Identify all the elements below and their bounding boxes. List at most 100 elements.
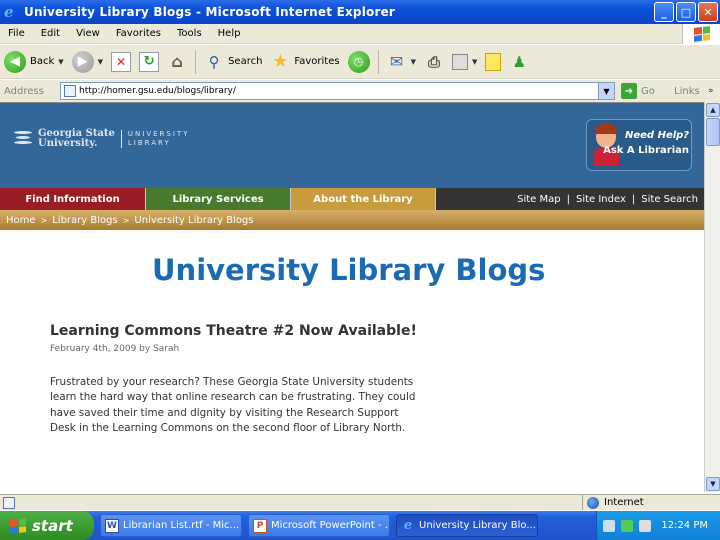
messenger-icon: ♟ (512, 52, 527, 71)
go-arrow-icon: ➜ (621, 83, 637, 99)
breadcrumb-home[interactable]: Home (6, 215, 36, 226)
nav-library-services[interactable]: Library Services (146, 188, 291, 210)
clock[interactable]: 12:24 PM (661, 520, 708, 531)
scroll-up-icon[interactable]: ▲ (706, 103, 720, 117)
main-nav: Find Information Library Services About … (0, 188, 704, 210)
globe-icon (587, 496, 599, 509)
maximize-button[interactable]: □ (676, 2, 696, 22)
history-button[interactable]: ◷ (344, 47, 374, 77)
favorites-label: Favorites (294, 56, 340, 67)
edit-dropdown-icon[interactable]: ▼ (472, 58, 477, 66)
page-icon (64, 85, 76, 97)
volume-icon[interactable] (639, 519, 651, 532)
link-divider: | (566, 193, 570, 205)
post-body: Frustrated by your research? These Georg… (50, 375, 458, 436)
site-header: Georgia State University. UNIVERSITY LIB… (0, 103, 704, 188)
search-button[interactable]: ⚲ Search (200, 47, 266, 77)
mail-dropdown-icon[interactable]: ▼ (411, 58, 416, 66)
mail-button[interactable]: ✉ ▼ (383, 47, 420, 77)
internet-explorer-icon: e (403, 518, 413, 533)
page-status-icon (3, 496, 15, 509)
forward-button[interactable]: ▶ ▼ (68, 47, 107, 77)
link-divider: | (631, 193, 636, 205)
task-label: Librarian List.rtf - Mic... (123, 520, 240, 531)
breadcrumb-current: University Library Blogs (134, 214, 254, 226)
post-title[interactable]: Learning Commons Theatre #2 Now Availabl… (50, 323, 417, 339)
window-controls: _ □ ✕ (654, 2, 718, 22)
standard-toolbar: ◀ Back ▼ ▶ ▼ ✕ ↻ ⌂ ⚲ Search ★ Favorites … (0, 45, 720, 79)
stop-button[interactable]: ✕ (107, 47, 135, 77)
minimize-button[interactable]: _ (654, 2, 674, 22)
gsu-seal-icon (10, 129, 36, 149)
menu-file[interactable]: File (8, 28, 25, 39)
vertical-scrollbar[interactable]: ▲ ▼ (704, 102, 720, 492)
close-button[interactable]: ✕ (698, 2, 718, 22)
star-icon: ★ (272, 51, 289, 72)
nav-find-information[interactable]: Find Information (0, 188, 146, 210)
taskbar: start W Librarian List.rtf - Mic... P Mi… (0, 511, 720, 540)
internet-explorer-icon: e (4, 3, 14, 21)
forward-dropdown-icon[interactable]: ▼ (98, 58, 103, 66)
start-button[interactable]: start (0, 511, 94, 540)
site-index-link[interactable]: Site Index (576, 194, 626, 205)
window-title: University Library Blogs - Microsoft Int… (24, 5, 396, 19)
links-button[interactable]: Links (674, 86, 700, 97)
toolbar-separator (195, 49, 197, 74)
task-label: Microsoft PowerPoint - ... (271, 520, 390, 531)
site-map-link[interactable]: Site Map (517, 194, 560, 205)
window-title-bar[interactable]: e University Library Blogs - Microsoft I… (0, 0, 720, 24)
note-icon (485, 52, 502, 71)
task-label: University Library Blo... (419, 520, 536, 531)
edit-button[interactable]: ▼ (448, 47, 481, 77)
network-icon[interactable] (603, 519, 615, 532)
breadcrumb-separator-icon: > (122, 215, 130, 225)
scroll-thumb[interactable] (706, 118, 720, 146)
site-links: Site Map | Site Index | Site Search (517, 188, 704, 210)
menu-help[interactable]: Help (218, 28, 241, 39)
address-dropdown-icon[interactable]: ▼ (598, 83, 614, 99)
more-chevron-icon[interactable]: » (708, 86, 714, 96)
back-dropdown-icon[interactable]: ▼ (58, 58, 63, 66)
taskbar-item-word[interactable]: W Librarian List.rtf - Mic... (100, 514, 242, 537)
refresh-button[interactable]: ↻ (135, 47, 163, 77)
favorites-button[interactable]: ★ Favorites (266, 47, 343, 77)
status-bar: Internet (0, 494, 720, 510)
powerpoint-icon: P (253, 518, 267, 533)
menu-bar: File Edit View Favorites Tools Help (0, 24, 720, 44)
page-viewport: Georgia State University. UNIVERSITY LIB… (0, 102, 704, 492)
site-search-link[interactable]: Site Search (641, 194, 698, 205)
back-label: Back (30, 56, 55, 67)
address-field[interactable]: http://homer.gsu.edu/blogs/library/ ▼ (60, 82, 615, 100)
menu-tools[interactable]: Tools (177, 28, 202, 39)
forward-arrow-icon: ▶ (71, 50, 94, 73)
messenger-button[interactable]: ♟ (505, 47, 533, 77)
breadcrumb-library-blogs[interactable]: Library Blogs (52, 215, 117, 226)
system-tray: 12:24 PM (596, 511, 720, 540)
ask-a-librarian-button[interactable]: Need Help? Ask A Librarian (586, 119, 692, 171)
go-button[interactable]: ➜ Go (621, 83, 655, 99)
taskbar-item-ie[interactable]: e University Library Blo... (396, 514, 538, 537)
go-label: Go (641, 85, 655, 97)
taskbar-item-powerpoint[interactable]: P Microsoft PowerPoint - ... (248, 514, 390, 537)
gsu-library-logo[interactable]: Georgia State University. UNIVERSITY LIB… (10, 129, 189, 149)
edit-page-icon (451, 53, 468, 70)
discuss-button[interactable] (481, 47, 505, 77)
word-icon: W (105, 518, 119, 533)
menu-edit[interactable]: Edit (41, 28, 60, 39)
stop-icon: ✕ (111, 51, 132, 72)
nav-about-the-library[interactable]: About the Library (291, 188, 436, 210)
printer-icon: ⎙ (427, 52, 440, 71)
refresh-icon: ↻ (139, 51, 160, 72)
address-label: Address (4, 85, 44, 97)
back-button[interactable]: ◀ Back ▼ (0, 47, 68, 77)
menu-view[interactable]: View (76, 28, 100, 39)
messenger-tray-icon[interactable] (621, 519, 633, 532)
zone-label: Internet (604, 497, 644, 508)
address-url[interactable]: http://homer.gsu.edu/blogs/library/ (79, 86, 236, 96)
back-arrow-icon: ◀ (4, 50, 26, 73)
menu-favorites[interactable]: Favorites (116, 28, 161, 39)
print-button[interactable]: ⎙ (420, 47, 448, 77)
scroll-down-icon[interactable]: ▼ (706, 477, 720, 491)
breadcrumb-separator-icon: > (40, 215, 48, 225)
home-button[interactable]: ⌂ (163, 47, 191, 77)
